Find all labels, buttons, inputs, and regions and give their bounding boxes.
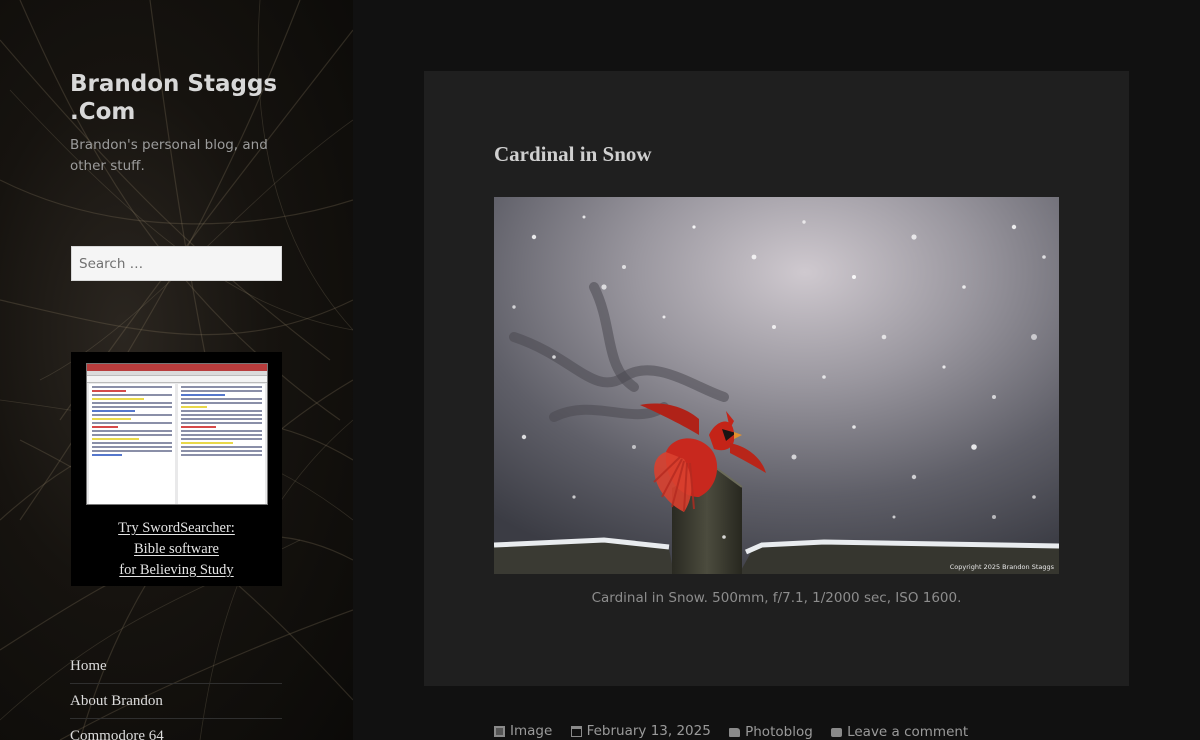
site-title-line2: .Com: [70, 99, 136, 125]
meta-category: Photoblog: [729, 724, 813, 740]
site-description: Brandon's personal blog, and other stuff…: [70, 137, 268, 174]
main-content: Cardinal in Snow Copyright 2025 Brandon …: [353, 0, 1200, 740]
meta-format: Image: [494, 723, 552, 739]
image-format-icon: [494, 725, 505, 737]
sidebar: Brandon Staggs .Com Brandon's personal b…: [0, 0, 353, 740]
ad-text: Try SwordSearcher: Bible software for Be…: [71, 518, 282, 581]
cardinal-photo: Copyright 2025 Brandon Staggs: [494, 197, 1059, 574]
meta-category-link[interactable]: Photoblog: [745, 724, 813, 740]
site-title-link[interactable]: Brandon Staggs .Com: [70, 70, 290, 126]
post-card: Cardinal in Snow Copyright 2025 Brandon …: [424, 71, 1129, 686]
nav-item-about: About Brandon: [70, 684, 282, 719]
search-input[interactable]: [71, 246, 282, 281]
nav-link-about[interactable]: About Brandon: [70, 684, 282, 719]
nav-item-home: Home: [70, 649, 282, 684]
ad-link-line1[interactable]: Try SwordSearcher:: [118, 518, 235, 539]
comment-icon: [831, 727, 843, 737]
meta-comments: Leave a comment: [831, 724, 968, 740]
post-meta: Image February 13, 2025 Photoblog Leave …: [494, 723, 982, 740]
swordsearcher-screenshot: [86, 363, 268, 505]
folder-icon: [729, 727, 741, 737]
nav-item-commodore: Commodore 64: [70, 719, 282, 740]
nav-link-home[interactable]: Home: [70, 649, 282, 684]
post-photo[interactable]: Copyright 2025 Brandon Staggs: [494, 197, 1059, 574]
nav-link-commodore[interactable]: Commodore 64: [70, 719, 282, 740]
photo-caption: Cardinal in Snow. 500mm, f/7.1, 1/2000 s…: [591, 590, 962, 606]
ad-link-line3[interactable]: for Believing Study: [119, 560, 233, 581]
post-title[interactable]: Cardinal in Snow: [494, 142, 652, 167]
meta-comments-link[interactable]: Leave a comment: [847, 724, 968, 740]
meta-date-link[interactable]: February 13, 2025: [587, 723, 711, 739]
site-title-line1: Brandon Staggs: [70, 71, 278, 97]
meta-format-link[interactable]: Image: [510, 723, 552, 739]
photo-copyright: Copyright 2025 Brandon Staggs: [950, 563, 1055, 571]
calendar-icon: [570, 725, 582, 737]
meta-date: February 13, 2025: [570, 723, 711, 739]
ad-link-line2[interactable]: Bible software: [134, 539, 219, 560]
swordsearcher-ad[interactable]: Try SwordSearcher: Bible software for Be…: [71, 352, 282, 586]
sidebar-nav: Home About Brandon Commodore 64: [70, 649, 282, 740]
